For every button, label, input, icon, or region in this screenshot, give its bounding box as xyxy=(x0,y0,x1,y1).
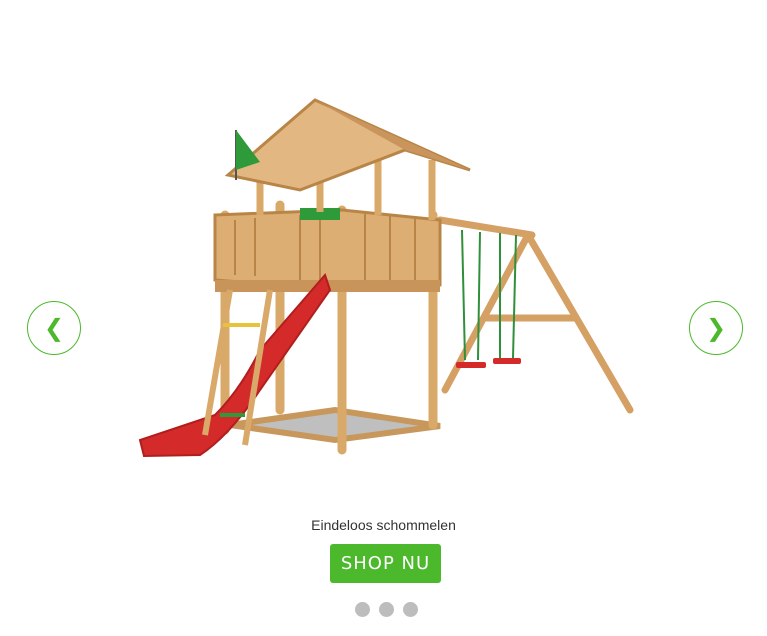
chevron-left-icon: ❮ xyxy=(43,314,65,342)
slide-dot-2[interactable] xyxy=(379,602,394,617)
hero-slider: ❮ ❯ Eindeloos schommelen SHOP NU xyxy=(0,0,767,636)
next-slide-button[interactable]: ❯ xyxy=(689,301,743,355)
slide-dot-3[interactable] xyxy=(403,602,418,617)
shop-now-button[interactable]: SHOP NU xyxy=(330,544,441,583)
slide-caption: Eindeloos schommelen xyxy=(311,517,456,533)
slide-dot-1[interactable] xyxy=(355,602,370,617)
product-image xyxy=(138,98,634,458)
chevron-right-icon: ❯ xyxy=(705,314,727,342)
prev-slide-button[interactable]: ❮ xyxy=(27,301,81,355)
swing-frame xyxy=(436,216,634,414)
slide-pagination xyxy=(355,602,418,617)
